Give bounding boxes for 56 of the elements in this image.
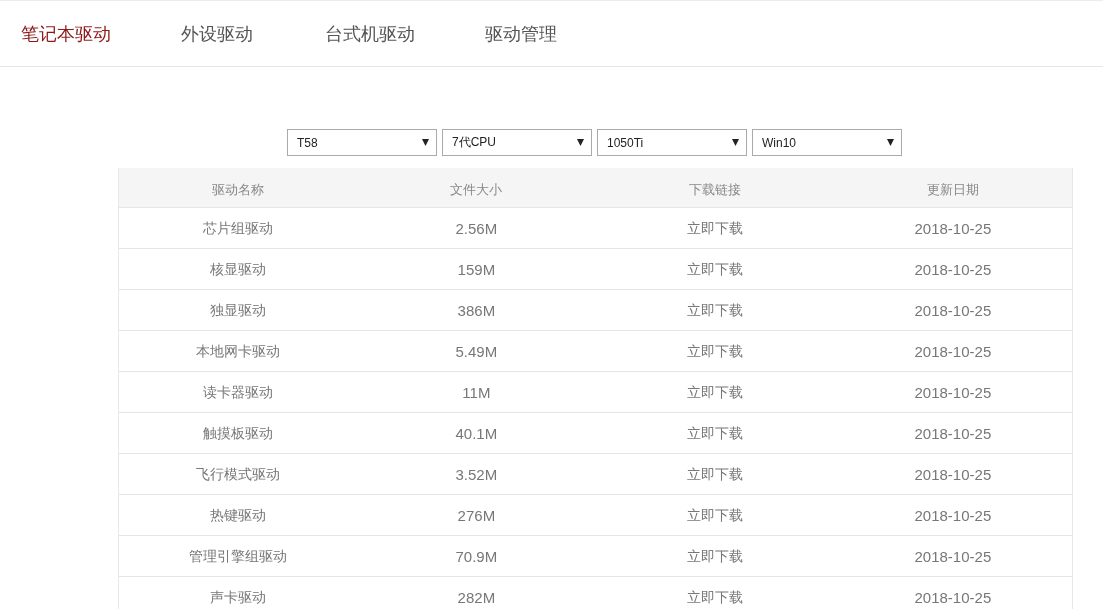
column-header: 下载链接 [688, 181, 741, 199]
update-date: 2018-10-25 [914, 302, 992, 319]
driver-name: 飞行模式驱动 [196, 465, 281, 484]
caret-icon [887, 139, 894, 146]
update-date: 2018-10-25 [914, 384, 992, 401]
download-link[interactable]: 立即下载 [686, 219, 743, 238]
update-date: 2018-10-25 [914, 261, 992, 278]
file-size: 276M [457, 507, 496, 524]
nav-tab[interactable]: 笔记本驱动 [21, 21, 111, 46]
driver-name: 读卡器驱动 [203, 383, 274, 402]
file-size: 386M [457, 302, 496, 319]
driver-name: 本地网卡驱动 [196, 342, 281, 361]
update-date: 2018-10-25 [914, 343, 992, 360]
driver-name: 芯片组驱动 [203, 219, 274, 238]
driver-name: 独显驱动 [210, 301, 267, 320]
driver-name: 核显驱动 [210, 260, 267, 279]
update-date: 2018-10-25 [914, 425, 992, 442]
column-header: 更新日期 [926, 181, 979, 199]
file-size: 40.1M [455, 425, 498, 442]
download-link[interactable]: 立即下载 [686, 342, 743, 361]
download-link[interactable]: 立即下载 [686, 301, 743, 320]
dropdown[interactable]: 7代CPU [442, 129, 592, 156]
nav-tab[interactable]: 台式机驱动 [325, 21, 415, 46]
file-size: 70.9M [455, 548, 498, 565]
update-date: 2018-10-25 [914, 507, 992, 524]
download-link[interactable]: 立即下载 [686, 465, 743, 484]
caret-icon [577, 139, 584, 146]
dropdown[interactable]: T58 [287, 129, 437, 156]
driver-name: 管理引擎组驱动 [189, 547, 288, 566]
update-date: 2018-10-25 [914, 220, 992, 237]
update-date: 2018-10-25 [914, 466, 992, 483]
file-size: 3.52M [455, 466, 498, 483]
download-link[interactable]: 立即下载 [686, 383, 743, 402]
caret-icon [422, 139, 429, 146]
update-date: 2018-10-25 [914, 589, 992, 606]
update-date: 2018-10-25 [914, 548, 992, 565]
dropdown[interactable]: 1050Ti [597, 129, 747, 156]
download-link[interactable]: 立即下载 [686, 588, 743, 607]
column-header: 驱动名称 [212, 181, 265, 199]
column-header: 文件大小 [450, 181, 503, 199]
driver-name: 触摸板驱动 [203, 424, 274, 443]
file-size: 11M [462, 384, 491, 401]
file-size: 5.49M [455, 343, 498, 360]
file-size: 2.56M [455, 220, 498, 237]
driver-name: 热键驱动 [210, 506, 267, 525]
download-link[interactable]: 立即下载 [686, 260, 743, 279]
dropdown[interactable]: Win10 [752, 129, 902, 156]
nav-tab[interactable]: 驱动管理 [485, 21, 557, 46]
file-size: 282M [457, 589, 496, 606]
caret-icon [732, 139, 739, 146]
download-link[interactable]: 立即下载 [686, 547, 743, 566]
driver-name: 声卡驱动 [210, 588, 267, 607]
nav-tab[interactable]: 外设驱动 [181, 21, 253, 46]
download-link[interactable]: 立即下载 [686, 424, 743, 443]
download-link[interactable]: 立即下载 [686, 506, 743, 525]
file-size: 159M [457, 261, 496, 278]
